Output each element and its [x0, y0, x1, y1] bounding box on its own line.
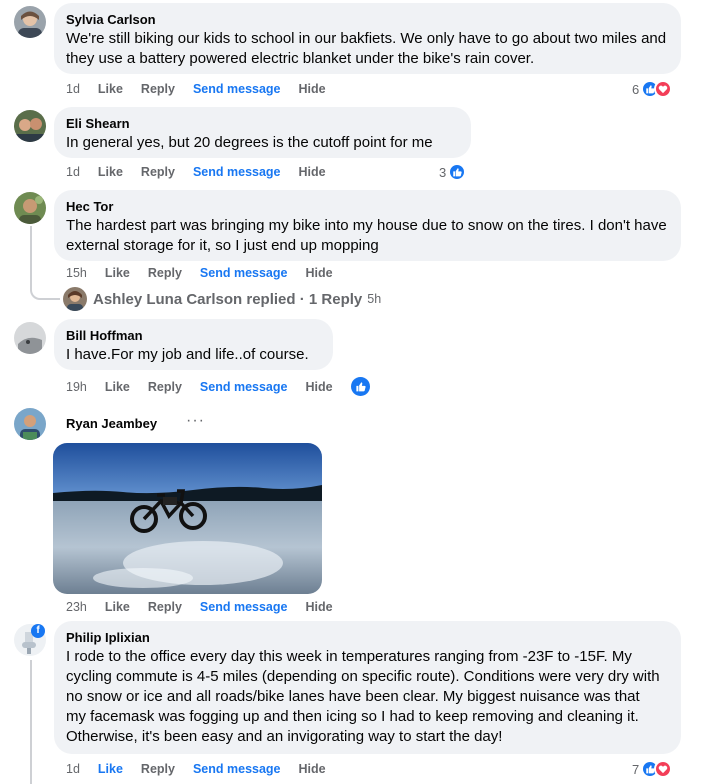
send-message-button[interactable]: Send message [200, 266, 288, 280]
comment-bubble: Bill Hoffman I have.For my job and life.… [54, 319, 333, 370]
avatar-eli-shearn[interactable] [14, 110, 46, 142]
avatar-hec-tor[interactable] [14, 192, 46, 224]
comment-time[interactable]: 1d [66, 762, 80, 776]
avatar-bill-hoffman[interactable] [14, 322, 46, 354]
like-button[interactable]: Like [98, 82, 123, 96]
comment-author[interactable]: Sylvia Carlson [66, 11, 669, 29]
comment-text: In general yes, but 20 degrees is the cu… [66, 134, 433, 151]
comment-photo[interactable] [53, 443, 322, 594]
comment-text: The hardest part was bringing my bike in… [66, 217, 667, 254]
comment-bubble: Philip Iplixian I rode to the office eve… [54, 621, 681, 754]
love-heart-icon [654, 80, 673, 98]
love-heart-icon [654, 760, 673, 778]
comment-actions: 1d Like Reply Send message Hide [66, 762, 344, 776]
like-thumb-icon[interactable] [351, 377, 370, 396]
avatar-sylvia-carlson[interactable] [14, 6, 46, 38]
comment-actions: 23h Like Reply Send message Hide [66, 600, 351, 614]
thread-connector [30, 226, 32, 282]
reply-button[interactable]: Reply [148, 266, 182, 280]
comment-time[interactable]: 23h [66, 600, 87, 614]
send-message-button[interactable]: Send message [193, 762, 281, 776]
facebook-badge-icon: f [31, 624, 45, 638]
comment-time[interactable]: 19h [66, 380, 87, 394]
like-button[interactable]: Like [98, 165, 123, 179]
comment-text: I rode to the office every day this week… [66, 648, 660, 745]
comment-text: We're still biking our kids to school in… [66, 30, 667, 67]
reply-button[interactable]: Reply [148, 600, 182, 614]
reaction-summary[interactable]: 3 [439, 163, 467, 181]
comment-text: I have.For my job and life..of course. [66, 346, 309, 363]
more-dots-icon[interactable]: ··· [186, 412, 205, 430]
send-message-button[interactable]: Send message [200, 380, 288, 394]
like-button[interactable]: Like [105, 600, 130, 614]
reaction-summary[interactable]: 7 [632, 760, 673, 778]
like-button[interactable]: Like [98, 762, 123, 776]
comment-actions: 1d Like Reply Send message Hide [66, 82, 344, 96]
thread-connector [30, 276, 60, 300]
avatar-ryan-jeambey[interactable] [14, 408, 46, 440]
send-message-button[interactable]: Send message [200, 600, 288, 614]
hide-button[interactable]: Hide [299, 82, 326, 96]
like-button[interactable]: Like [105, 380, 130, 394]
comment-time[interactable]: 1d [66, 82, 80, 96]
comment-actions: 1d Like Reply Send message Hide [66, 165, 344, 179]
send-message-button[interactable]: Send message [193, 82, 281, 96]
reaction-count: 3 [439, 164, 447, 180]
reply-button[interactable]: Reply [141, 82, 175, 96]
comment-author[interactable]: Bill Hoffman [66, 327, 321, 345]
comment-actions: 19h Like Reply Send message Hide [66, 380, 351, 394]
send-message-button[interactable]: Send message [193, 165, 281, 179]
hide-button[interactable]: Hide [299, 762, 326, 776]
comment-bubble: Hec Tor The hardest part was bringing my… [54, 190, 681, 261]
hide-button[interactable]: Hide [305, 266, 332, 280]
hide-button[interactable]: Hide [305, 600, 332, 614]
hide-button[interactable]: Hide [305, 380, 332, 394]
reaction-summary[interactable]: 6 [632, 80, 673, 98]
like-button[interactable]: Like [105, 266, 130, 280]
comment-bubble: Sylvia Carlson We're still biking our ki… [54, 3, 681, 74]
comment-bubble: Eli Shearn In general yes, but 20 degree… [54, 107, 471, 158]
reply-button[interactable]: Reply [141, 762, 175, 776]
view-replies-link[interactable]: Ashley Luna Carlson replied · 1 Reply 5h [63, 287, 381, 311]
reply-button[interactable]: Reply [148, 380, 182, 394]
reaction-count: 7 [632, 761, 640, 777]
comment-actions: 15h Like Reply Send message Hide [66, 266, 351, 280]
comment-author[interactable]: Philip Iplixian [66, 629, 669, 647]
comment-author[interactable]: Ryan Jeambey [66, 415, 157, 433]
reply-button[interactable]: Reply [141, 165, 175, 179]
comment-author[interactable]: Hec Tor [66, 198, 669, 216]
comment-author[interactable]: Eli Shearn [66, 115, 459, 133]
like-thumb-icon [448, 163, 467, 181]
replies-label[interactable]: Ashley Luna Carlson replied · 1 Reply [93, 291, 362, 308]
comment-time[interactable]: 15h [66, 266, 87, 280]
replies-time: 5h [367, 292, 382, 306]
reaction-count: 6 [632, 81, 640, 97]
thread-connector [30, 660, 32, 784]
hide-button[interactable]: Hide [299, 165, 326, 179]
avatar-ashley-luna-carlson [63, 287, 87, 311]
comment-time[interactable]: 1d [66, 165, 80, 179]
